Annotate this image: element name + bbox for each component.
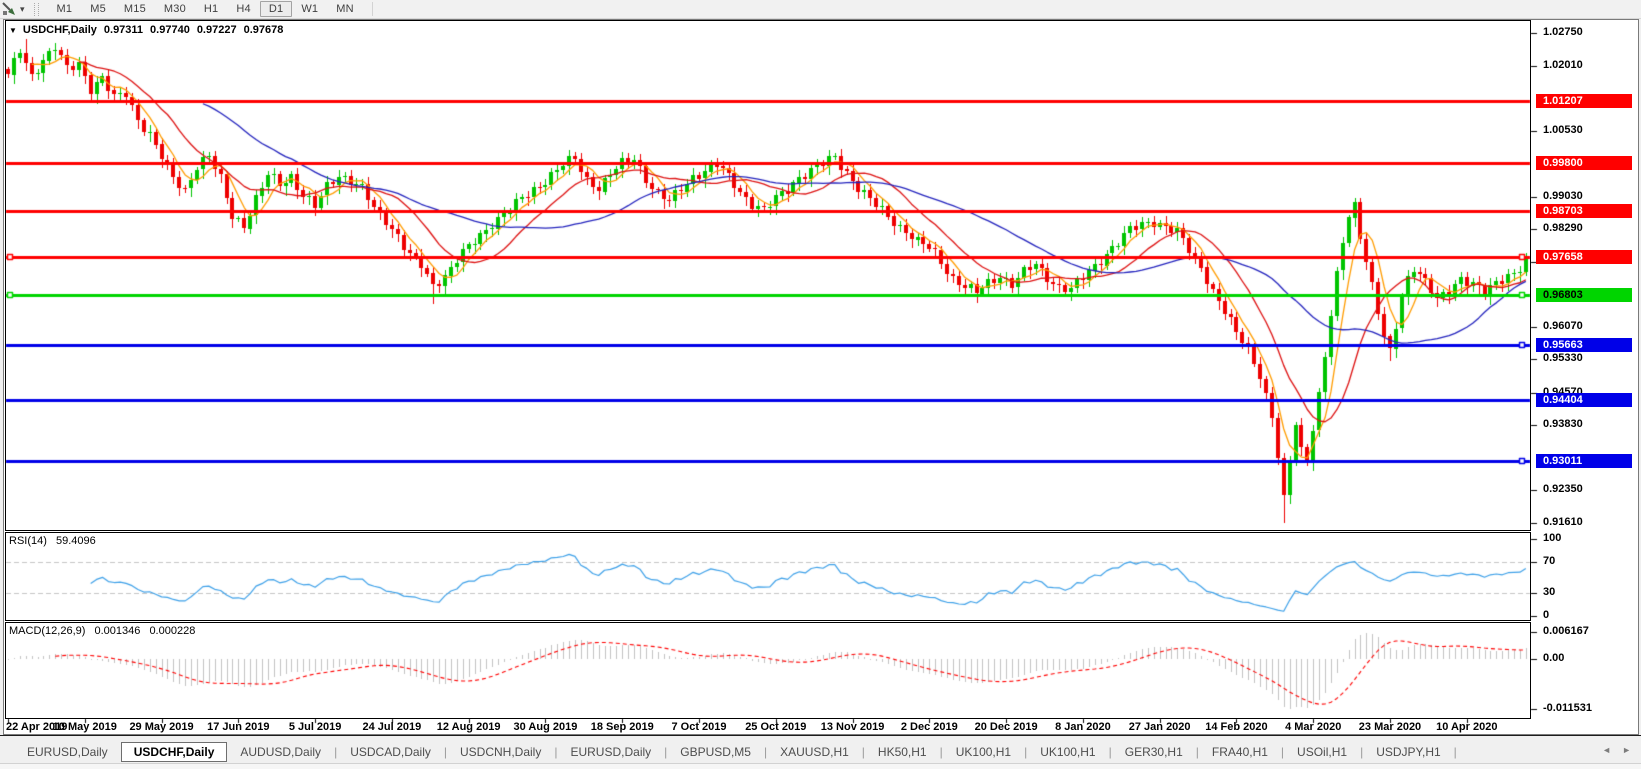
- ohlc-low-value: 0.97227: [196, 24, 237, 36]
- chart-symbol-title: USDCHF,Daily: [22, 24, 97, 36]
- date-axis-label: 17 Jun 2019: [207, 721, 270, 733]
- ohlc-high-value: 0.97740: [150, 24, 190, 36]
- chart-tab-ger30-h1[interactable]: GER30,H1: [1112, 742, 1196, 762]
- date-axis-label: 10 Apr 2020: [1436, 721, 1498, 733]
- toolbar-separator: [371, 2, 373, 16]
- macd-indicator-label-row: MACD(12,26,9) 0.001346 0.000228: [9, 625, 201, 637]
- timeframe-toolbar: M1 M5 M15 M30 H1 H4 D1 W1 MN: [48, 1, 363, 17]
- timeframe-button-m5[interactable]: M5: [81, 1, 115, 17]
- date-axis-label: 23 Mar 2020: [1358, 721, 1422, 733]
- chart-tab-audusd-daily[interactable]: AUDUSD,Daily: [227, 742, 334, 762]
- rsi-axis-label: 70: [1543, 555, 1556, 568]
- tabbar-scroll-left-icon[interactable]: ◄: [1602, 745, 1611, 755]
- macd-label: MACD(12,26,9): [9, 625, 86, 637]
- price-line-label-093011[interactable]: 0.93011: [1536, 454, 1632, 468]
- chart-tab-xauusd-h1[interactable]: XAUUSD,H1: [767, 742, 862, 762]
- chart-tab-usdjpy-h1[interactable]: USDJPY,H1: [1363, 742, 1453, 762]
- date-axis-label: 13 Nov 2019: [820, 721, 885, 733]
- price-axis-label: 1.02750: [1543, 26, 1583, 38]
- chart-title-row: ▼ USDCHF,Daily 0.97311 0.97740 0.97227 0…: [9, 24, 290, 36]
- dropdown-caret-icon[interactable]: ▾: [20, 4, 25, 15]
- date-axis-label: 29 May 2019: [129, 721, 194, 733]
- price-axis-label: 0.92350: [1543, 483, 1583, 496]
- date-axis-label: 14 Feb 2020: [1205, 721, 1268, 733]
- ohlc-open-value: 0.97311: [103, 24, 144, 36]
- timeframe-button-mn[interactable]: MN: [327, 1, 363, 17]
- macd-axis-label: 0.006167: [1543, 625, 1589, 637]
- timeframe-button-h1[interactable]: H1: [195, 1, 227, 17]
- date-axis-label: 10 May 2019: [52, 721, 117, 733]
- price-line-label-098703[interactable]: 0.98703: [1536, 204, 1632, 218]
- price-axis-label: 0.91610: [1543, 516, 1583, 528]
- price-axis-label: 0.95330: [1543, 352, 1583, 365]
- chart-tab-usdcnh-daily[interactable]: USDCNH,Daily: [447, 742, 554, 762]
- chart-tabs: EURUSD,Daily USDCHF,Daily AUDUSD,Daily | USD…: [14, 741, 1457, 763]
- macd-axis-label: -0.011531: [1543, 702, 1592, 715]
- timeframe-button-w1[interactable]: W1: [292, 1, 327, 17]
- chart-canvas[interactable]: [0, 0, 1641, 769]
- rsi-axis-label: 100: [1543, 532, 1562, 544]
- timeframe-button-m30[interactable]: M30: [155, 1, 195, 17]
- tabbar-scroll-right-icon[interactable]: ►: [1622, 745, 1631, 755]
- chart-tab-fra40-h1[interactable]: FRA40,H1: [1199, 742, 1281, 762]
- chart-tab-eurusd-daily[interactable]: EURUSD,Daily: [557, 742, 664, 762]
- price-axis-label: 0.96070: [1543, 319, 1583, 332]
- chart-tab-usoil-h1[interactable]: USOil,H1: [1284, 742, 1360, 762]
- timeframe-button-d1[interactable]: D1: [259, 1, 293, 17]
- bottom-strip: [0, 763, 1641, 769]
- toolbar-grip[interactable]: [33, 2, 39, 16]
- date-axis-label: 27 Jan 2020: [1128, 721, 1191, 733]
- chart-tab-usdchf-daily[interactable]: USDCHF,Daily: [120, 742, 228, 762]
- rsi-indicator-label-row: RSI(14) 59.4096: [9, 535, 102, 547]
- rsi-axis-label: 0: [1543, 609, 1550, 621]
- price-line-label-095663[interactable]: 0.95663: [1536, 338, 1632, 352]
- chart-tab-uk100-h1[interactable]: UK100,H1: [943, 742, 1024, 762]
- date-axis-label: 2 Dec 2019: [900, 721, 958, 733]
- chart-tab-gbpusd-m5[interactable]: GBPUSD,M5: [667, 742, 764, 762]
- chart-tab-bar: EURUSD,Daily USDCHF,Daily AUDUSD,Daily | USD…: [0, 735, 1641, 769]
- date-axis-label: 24 Jul 2019: [362, 721, 422, 733]
- price-line-label-097658[interactable]: 0.97658: [1536, 250, 1632, 264]
- timeframe-button-m1[interactable]: M1: [48, 1, 82, 17]
- timeframe-button-m15[interactable]: M15: [115, 1, 155, 17]
- chart-tools-icon[interactable]: [2, 1, 18, 17]
- date-axis-label: 5 Jul 2019: [288, 721, 342, 733]
- chart-tab-eurusd-daily[interactable]: EURUSD,Daily: [14, 742, 121, 762]
- rsi-axis-label: 30: [1543, 585, 1556, 598]
- price-line-label-099800[interactable]: 0.99800: [1536, 156, 1632, 170]
- date-axis-label: 7 Oct 2019: [671, 721, 727, 733]
- date-axis-label: 4 Mar 2020: [1285, 721, 1342, 733]
- date-axis-label: 8 Jan 2020: [1055, 721, 1111, 733]
- rsi-value: 59.4096: [55, 535, 96, 547]
- date-axis-label: 20 Dec 2019: [974, 721, 1038, 733]
- price-axis-label: 0.99030: [1543, 189, 1583, 202]
- date-axis-label: 12 Aug 2019: [436, 721, 501, 733]
- date-axis-label: 25 Oct 2019: [745, 721, 807, 733]
- price-line-label-101207[interactable]: 1.01207: [1536, 94, 1632, 108]
- macd-axis-label: 0.00: [1543, 652, 1565, 664]
- chart-tab-usdcad-daily[interactable]: USDCAD,Daily: [337, 742, 444, 762]
- rsi-label: RSI(14): [9, 535, 47, 547]
- macd-signal-value: 0.000228: [149, 625, 196, 637]
- date-axis-label: 18 Sep 2019: [590, 721, 654, 733]
- timeframe-button-h4[interactable]: H4: [227, 1, 259, 17]
- chart-tab-uk100-h1[interactable]: UK100,H1: [1027, 742, 1108, 762]
- date-axis-label: 30 Aug 2019: [513, 721, 578, 733]
- top-toolbar: ▾ M1 M5 M15 M30 H1 H4 D1 W1 MN: [0, 0, 1641, 19]
- price-axis-label: 1.00530: [1543, 123, 1583, 136]
- price-axis-label: 0.93830: [1543, 418, 1583, 431]
- tab-divider: |: [1453, 745, 1457, 759]
- price-line-label-094404[interactable]: 0.94404: [1536, 393, 1632, 407]
- collapse-chart-icon[interactable]: ▼: [9, 26, 17, 35]
- price-axis-label: 0.98290: [1543, 222, 1583, 235]
- ohlc-close-value: 0.97678: [243, 24, 284, 36]
- macd-main-value: 0.001346: [94, 625, 141, 637]
- chart-tab-hk50-h1[interactable]: HK50,H1: [865, 742, 940, 762]
- price-line-label-096803[interactable]: 0.96803: [1536, 288, 1632, 302]
- price-axis-label: 1.02010: [1543, 58, 1583, 71]
